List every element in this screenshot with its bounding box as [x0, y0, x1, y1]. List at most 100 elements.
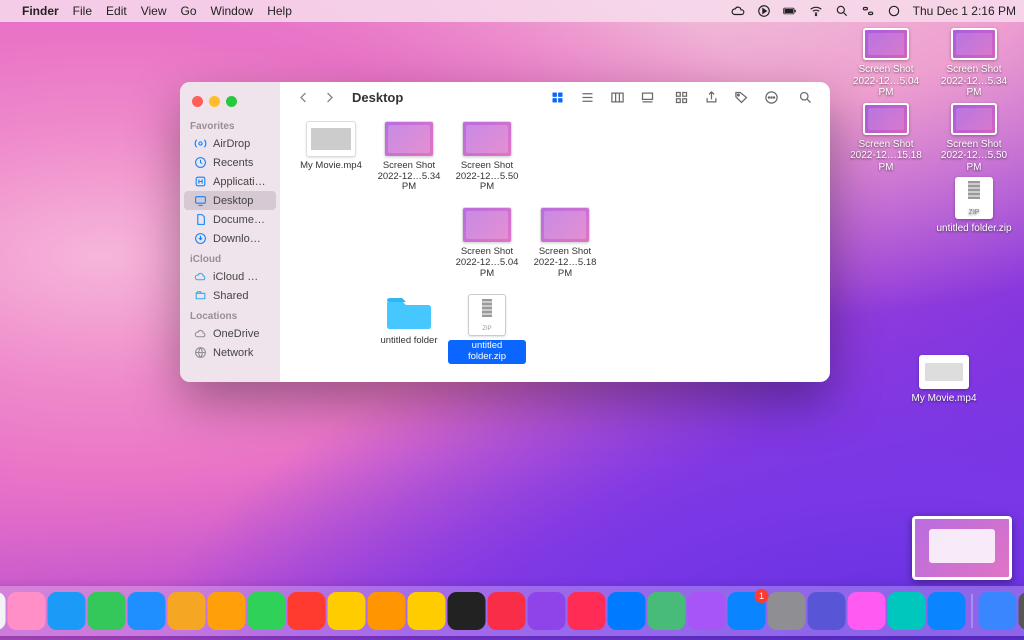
- file-item-zip[interactable]: untitled folder.zip: [448, 294, 526, 364]
- file-item-screenshot[interactable]: Screen Shot2022-12…5.04 PM: [448, 207, 526, 280]
- sidebar-item-shared[interactable]: Shared: [184, 286, 276, 305]
- dock-tray-trash[interactable]: [1019, 592, 1024, 630]
- menubar-item-view[interactable]: View: [141, 4, 167, 18]
- file-label: Screen Shot2022-12…5.18 PM: [526, 247, 604, 280]
- wifi-icon[interactable]: [809, 4, 823, 18]
- menubar-clock[interactable]: Thu Dec 1 2:16 PM: [913, 4, 1016, 18]
- dock-app-safari[interactable]: [48, 592, 86, 630]
- cloud-status-icon[interactable]: [731, 4, 745, 18]
- dock-app-appstore[interactable]: 1: [728, 592, 766, 630]
- menubar-item-file[interactable]: File: [73, 4, 92, 18]
- menubar-app-name[interactable]: Finder: [22, 4, 59, 18]
- dock-separator: [972, 594, 973, 628]
- dock-app-extra1[interactable]: [808, 592, 846, 630]
- dock-app-preview[interactable]: [688, 592, 726, 630]
- desktop-file-screenshot[interactable]: Screen Shot2022-12…5.34 PM: [934, 28, 1014, 99]
- control-center-icon[interactable]: [861, 4, 875, 18]
- tags-button[interactable]: [728, 86, 754, 108]
- sidebar-section-locations: Locations: [180, 305, 280, 324]
- sidebar-item-desktop[interactable]: Desktop: [184, 191, 276, 210]
- dock-app-maps[interactable]: [168, 592, 206, 630]
- sidebar-item-label: Shared: [213, 290, 266, 302]
- close-button[interactable]: [192, 96, 203, 107]
- movie-thumb-icon: [306, 121, 356, 157]
- dock-app-appstore-mini[interactable]: [608, 592, 646, 630]
- finder-sidebar: Favorites AirDrop Recents Applications D…: [180, 82, 280, 382]
- play-status-icon[interactable]: [757, 4, 771, 18]
- sidebar-item-label: Documents: [213, 214, 266, 226]
- file-label: Screen Shot2022-12…5.50 PM: [448, 161, 526, 194]
- desktop-file-screenshot[interactable]: Screen Shot2022-12…5.04 PM: [846, 28, 926, 99]
- dock-tray-downloads[interactable]: [979, 592, 1017, 630]
- sidebar-item-label: Downloads: [213, 233, 266, 245]
- menubar-item-go[interactable]: Go: [181, 4, 197, 18]
- dock-app-music[interactable]: [488, 592, 526, 630]
- group-by-button[interactable]: [668, 86, 694, 108]
- file-item-movie[interactable]: My Movie.mp4: [292, 121, 370, 194]
- dock-app-numbers[interactable]: [648, 592, 686, 630]
- dock-app-notes[interactable]: [408, 592, 446, 630]
- view-gallery-button[interactable]: [634, 86, 660, 108]
- folder-icon: [385, 294, 433, 332]
- dock-app-launchpad[interactable]: [8, 592, 46, 630]
- menubar-item-edit[interactable]: Edit: [106, 4, 127, 18]
- search-button[interactable]: [792, 86, 818, 108]
- dock-app-extra3[interactable]: [888, 592, 926, 630]
- dock-app-news[interactable]: [568, 592, 606, 630]
- dock-app-settings[interactable]: [768, 592, 806, 630]
- dock-app-calendar[interactable]: [288, 592, 326, 630]
- dock-app-tv[interactable]: [448, 592, 486, 630]
- sidebar-item-network[interactable]: Network: [184, 343, 276, 362]
- dock-app-facetime[interactable]: [248, 592, 286, 630]
- forward-button[interactable]: [318, 86, 340, 108]
- file-item-screenshot[interactable]: Screen Shot2022-12…5.18 PM: [526, 207, 604, 280]
- battery-icon[interactable]: [783, 4, 797, 18]
- desktop-file-movie[interactable]: My Movie.mp4: [904, 355, 984, 405]
- sidebar-section-favorites: Favorites: [180, 115, 280, 134]
- dock-app-photos[interactable]: [208, 592, 246, 630]
- menubar-item-help[interactable]: Help: [267, 4, 292, 18]
- dock-app-finder[interactable]: [0, 592, 6, 630]
- sidebar-item-recents[interactable]: Recents: [184, 153, 276, 172]
- actions-button[interactable]: [758, 86, 784, 108]
- zip-file-icon: [955, 177, 993, 219]
- file-item-screenshot[interactable]: Screen Shot2022-12…5.34 PM: [370, 121, 448, 194]
- file-label: Screen Shot2022-12…5.34 PM: [370, 161, 448, 194]
- dock-app-extra2[interactable]: [848, 592, 886, 630]
- dock-app-reminders[interactable]: [368, 592, 406, 630]
- screenshot-thumb-icon: [951, 103, 997, 135]
- desktop-file-zip[interactable]: untitled folder.zip: [934, 177, 1014, 235]
- dock-app-extra4[interactable]: [928, 592, 966, 630]
- spotlight-icon[interactable]: [835, 4, 849, 18]
- finder-content[interactable]: My Movie.mp4 Screen Shot2022-12…5.34 PM …: [280, 113, 830, 382]
- view-columns-button[interactable]: [604, 86, 630, 108]
- sidebar-item-label: iCloud Drive: [213, 271, 266, 283]
- dock-app-podcasts[interactable]: [528, 592, 566, 630]
- fullscreen-button[interactable]: [226, 96, 237, 107]
- sidebar-item-airdrop[interactable]: AirDrop: [184, 134, 276, 153]
- dock-app-contacts[interactable]: [328, 592, 366, 630]
- desktop-file-screenshot[interactable]: Screen Shot2022-12…5.50 PM: [934, 103, 1014, 174]
- file-label: Screen Shot2022-12…5.50 PM: [934, 139, 1014, 174]
- zip-file-icon: [468, 294, 506, 336]
- share-button[interactable]: [698, 86, 724, 108]
- file-item-folder[interactable]: untitled folder: [370, 294, 448, 364]
- view-icons-button[interactable]: [544, 86, 570, 108]
- minimize-button[interactable]: [209, 96, 220, 107]
- dock-app-mail[interactable]: [128, 592, 166, 630]
- sidebar-item-icloud-drive[interactable]: iCloud Drive: [184, 267, 276, 286]
- desktop-file-screenshot[interactable]: Screen Shot2022-12…15.18 PM: [846, 103, 926, 174]
- screenshot-thumb-icon: [462, 121, 512, 157]
- siri-icon[interactable]: [887, 4, 901, 18]
- sidebar-item-applications[interactable]: Applications: [184, 172, 276, 191]
- sidebar-item-label: AirDrop: [213, 138, 266, 150]
- sidebar-item-downloads[interactable]: Downloads: [184, 229, 276, 248]
- dock-app-messages[interactable]: [88, 592, 126, 630]
- screen-thumbnail[interactable]: [912, 516, 1012, 580]
- sidebar-item-documents[interactable]: Documents: [184, 210, 276, 229]
- menubar-item-window[interactable]: Window: [211, 4, 254, 18]
- view-list-button[interactable]: [574, 86, 600, 108]
- file-item-screenshot[interactable]: Screen Shot2022-12…5.50 PM: [448, 121, 526, 194]
- back-button[interactable]: [292, 86, 314, 108]
- sidebar-item-onedrive[interactable]: OneDrive: [184, 324, 276, 343]
